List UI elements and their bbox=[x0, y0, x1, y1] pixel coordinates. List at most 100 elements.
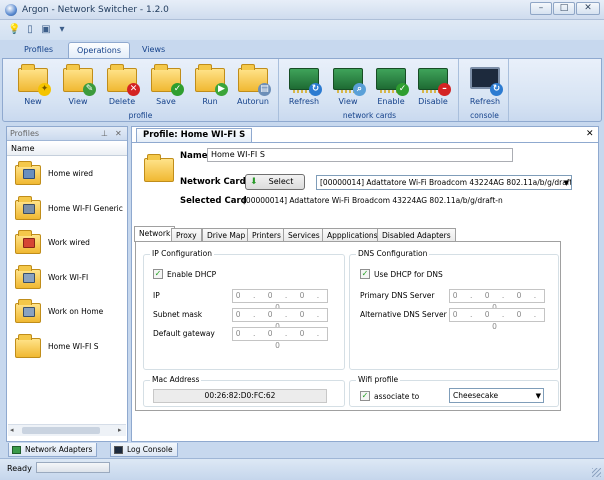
tab-disabled-adapters[interactable]: Disabled Adapters bbox=[377, 228, 456, 242]
profile-group: ✦ New ✎ View ✕ Delete ✓ Save ▶ Run ▤ Aut… bbox=[3, 59, 279, 121]
name-field[interactable]: Home WI-FI S bbox=[207, 148, 513, 162]
enable-dhcp-checkbox[interactable]: ✓ bbox=[153, 269, 163, 279]
profiles-panel: Profiles ⊥ ✕ Name Home wired Home WI-FI … bbox=[6, 126, 128, 442]
tab-printers[interactable]: Printers bbox=[247, 228, 286, 242]
console-refresh-icon: ↻ bbox=[469, 63, 503, 96]
tab-applications[interactable]: Appplications bbox=[322, 228, 383, 242]
resize-grip-icon[interactable] bbox=[592, 468, 601, 477]
associate-checkbox[interactable]: ✓ bbox=[360, 391, 370, 401]
title-bar: Argon - Network Switcher - 1.2.0 – □ ✕ bbox=[0, 0, 604, 20]
default-gateway-input[interactable]: 0 . 0 . 0 . 0 bbox=[232, 327, 328, 350]
refresh-cards-button[interactable]: ↻ Refresh bbox=[283, 61, 325, 109]
folder-building-icon bbox=[15, 265, 43, 289]
primary-dns-input[interactable]: 0 . 0 . 0 . 0 bbox=[449, 289, 545, 312]
network-cards-group-label: network cards bbox=[342, 111, 397, 120]
use-dhcp-dns-label: Use DHCP for DNS bbox=[374, 270, 443, 279]
new-document-icon[interactable]: ▯ bbox=[24, 24, 36, 36]
select-card-button[interactable]: ⬇ Select bbox=[245, 174, 305, 190]
list-item[interactable]: Home WI-FI Generic bbox=[13, 194, 125, 224]
selected-card-label: Selected Card bbox=[180, 196, 247, 206]
tab-log-console[interactable]: Log Console bbox=[110, 443, 178, 457]
network-card-search-icon: ⌕ bbox=[332, 63, 366, 96]
minimize-button[interactable]: – bbox=[530, 2, 552, 15]
console-group: ↻ Refresh console bbox=[461, 59, 509, 121]
save-icon[interactable]: ▣ bbox=[40, 24, 52, 36]
arrow-down-icon: ⬇ bbox=[250, 177, 258, 187]
view-button[interactable]: ✎ View bbox=[57, 61, 99, 109]
view-cards-button[interactable]: ⌕ View bbox=[327, 61, 369, 109]
default-gateway-label: Default gateway bbox=[153, 329, 215, 338]
disable-card-button[interactable]: – Disable bbox=[412, 61, 454, 109]
close-document-icon[interactable]: ✕ bbox=[586, 129, 594, 139]
refresh-console-button[interactable]: ↻ Refresh bbox=[464, 61, 506, 109]
ip-address-input[interactable]: 0 . 0 . 0 . 0 bbox=[232, 289, 328, 312]
lightbulb-icon[interactable]: 💡 bbox=[8, 24, 20, 36]
view-profile-icon: ✎ bbox=[62, 63, 96, 96]
associate-label: associate to bbox=[374, 392, 420, 401]
network-card-disable-icon: – bbox=[417, 63, 451, 96]
tab-network-adapters[interactable]: Network Adapters bbox=[8, 443, 98, 457]
profiles-panel-title: Profiles bbox=[10, 129, 40, 138]
horizontal-scrollbar[interactable]: ◂ ▸ bbox=[8, 424, 126, 436]
tab-drive-map[interactable]: Drive Map bbox=[202, 228, 251, 242]
new-button[interactable]: ✦ New bbox=[12, 61, 54, 109]
maximize-button[interactable]: □ bbox=[553, 2, 575, 15]
network-card-refresh-icon: ↻ bbox=[288, 63, 322, 96]
tab-proxy[interactable]: Proxy bbox=[171, 228, 202, 242]
ip-configuration-title: IP Configuration bbox=[150, 249, 214, 258]
status-text: Ready bbox=[7, 464, 32, 473]
ip-label: IP bbox=[153, 291, 160, 300]
console-group-label: console bbox=[470, 111, 499, 120]
enable-dhcp-label: Enable DHCP bbox=[167, 270, 217, 279]
save-profile-icon: ✓ bbox=[150, 63, 184, 96]
enable-card-button[interactable]: ✓ Enable bbox=[370, 61, 412, 109]
scroll-right-icon[interactable]: ▸ bbox=[118, 426, 122, 434]
tab-network[interactable]: Network bbox=[134, 226, 176, 242]
scroll-left-icon[interactable]: ◂ bbox=[10, 426, 14, 434]
folder-wifi-icon bbox=[15, 196, 43, 220]
run-profile-icon: ▶ bbox=[194, 63, 228, 96]
delete-button[interactable]: ✕ Delete bbox=[101, 61, 143, 109]
network-card-enable-icon: ✓ bbox=[375, 63, 409, 96]
autorun-button[interactable]: ▤ Autorun bbox=[232, 61, 274, 109]
list-item[interactable]: Work WI-FI bbox=[13, 263, 125, 293]
list-item[interactable]: Work wired bbox=[13, 228, 125, 258]
delete-profile-icon: ✕ bbox=[106, 63, 140, 96]
document-tab[interactable]: Profile: Home WI-FI S bbox=[136, 128, 253, 142]
folder-computer-icon bbox=[15, 161, 43, 185]
status-progress-bar bbox=[36, 462, 110, 473]
console-icon bbox=[114, 446, 123, 454]
pin-icon[interactable]: ⊥ bbox=[101, 129, 108, 138]
alternative-dns-label: Alternative DNS Server bbox=[360, 310, 447, 319]
use-dhcp-dns-checkbox[interactable]: ✓ bbox=[360, 269, 370, 279]
wifi-profile-title: Wifi profile bbox=[356, 375, 401, 384]
tab-operations[interactable]: Operations bbox=[68, 42, 130, 58]
tab-views[interactable]: Views bbox=[134, 42, 173, 58]
list-item[interactable]: Home WI-FI S bbox=[13, 332, 125, 362]
name-label: Name bbox=[180, 151, 208, 161]
app-icon[interactable] bbox=[5, 4, 17, 16]
subnet-mask-input[interactable]: 0 . 0 . 0 . 0 bbox=[232, 308, 328, 331]
tab-services[interactable]: Services bbox=[283, 228, 325, 242]
window-title: Argon - Network Switcher - 1.2.0 bbox=[22, 5, 169, 15]
network-adapter-icon bbox=[12, 446, 21, 454]
tab-divider bbox=[132, 142, 598, 143]
tab-profiles[interactable]: Profiles bbox=[16, 42, 61, 58]
name-column-header[interactable]: Name bbox=[7, 142, 127, 156]
list-item[interactable]: Work on Home bbox=[13, 297, 125, 327]
close-panel-icon[interactable]: ✕ bbox=[115, 129, 122, 138]
network-card-select[interactable]: [00000014] Adattatore Wi-Fi Broadcom 432… bbox=[316, 175, 572, 190]
alternative-dns-input[interactable]: 0 . 0 . 0 . 0 bbox=[449, 308, 545, 331]
close-button[interactable]: ✕ bbox=[576, 2, 600, 15]
ribbon-tab-strip: Profiles Operations Views bbox=[0, 40, 604, 58]
wifi-profile-select[interactable]: Cheesecake ▼ bbox=[449, 388, 544, 403]
mac-address-field: 00:26:82:D0:FC:62 bbox=[153, 389, 327, 403]
customize-toolbar-icon[interactable]: ▾ bbox=[56, 24, 68, 36]
ribbon: ✦ New ✎ View ✕ Delete ✓ Save ▶ Run ▤ Aut… bbox=[2, 58, 602, 122]
scrollbar-thumb[interactable] bbox=[22, 427, 100, 434]
list-item[interactable]: Home wired bbox=[13, 159, 125, 189]
run-button[interactable]: ▶ Run bbox=[189, 61, 231, 109]
save-button[interactable]: ✓ Save bbox=[145, 61, 187, 109]
quick-access-toolbar: 💡 ▯ ▣ ▾ bbox=[0, 20, 604, 40]
selected-card-value: [00000014] Adattatore Wi-Fi Broadcom 432… bbox=[243, 196, 503, 205]
